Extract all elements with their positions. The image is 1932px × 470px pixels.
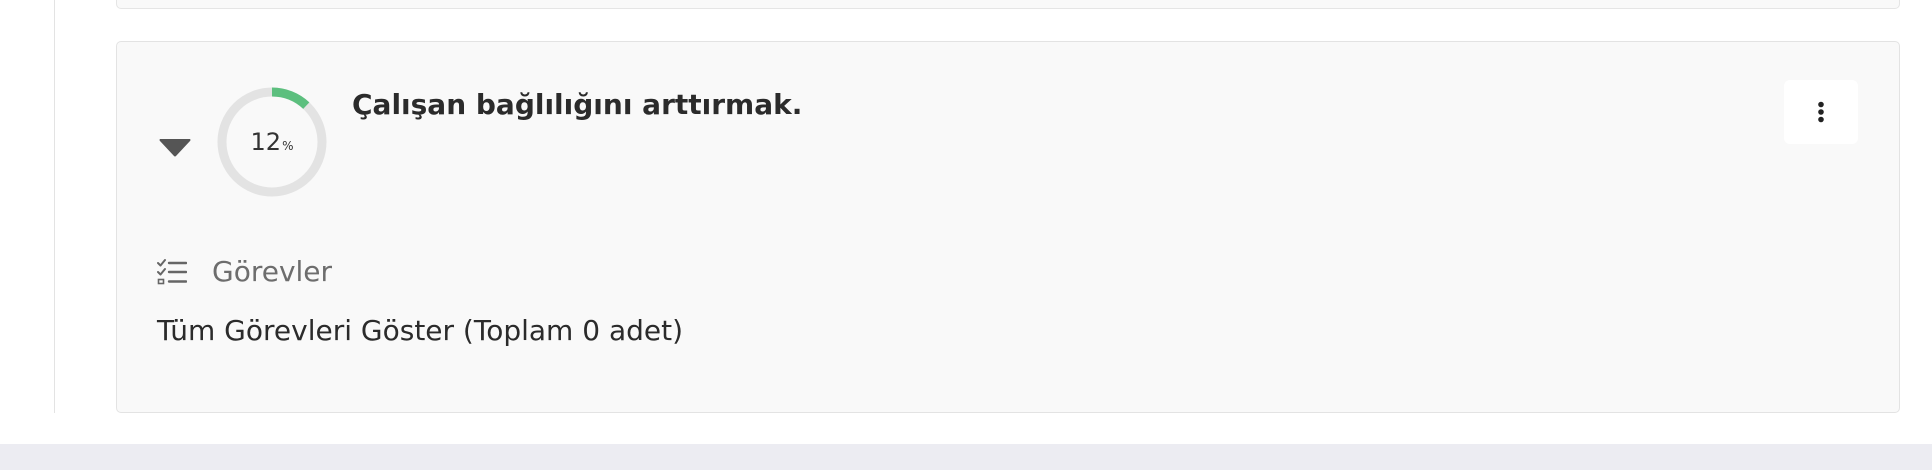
expand-toggle[interactable] — [158, 137, 192, 159]
checklist-icon — [157, 258, 188, 286]
progress-value: 12 % — [216, 86, 328, 198]
goal-list-page: 12 % Çalışan bağlılığını arttırmak. Göre… — [0, 0, 1932, 470]
goal-progress-ring: 12 % — [216, 86, 328, 198]
left-divider — [54, 0, 55, 413]
show-all-tasks-link[interactable]: Tüm Görevleri Göster (Toplam 0 adet) — [157, 314, 683, 347]
more-vertical-icon — [1818, 101, 1824, 123]
goal-menu-button[interactable] — [1784, 80, 1858, 144]
caret-down-icon — [159, 139, 191, 157]
progress-number: 12 — [250, 128, 282, 156]
footer-band — [0, 444, 1932, 470]
goal-title: Çalışan bağlılığını arttırmak. — [352, 88, 803, 121]
progress-percent-sign: % — [282, 139, 294, 153]
tasks-section-label: Görevler — [212, 255, 333, 288]
previous-goal-card — [116, 0, 1900, 9]
